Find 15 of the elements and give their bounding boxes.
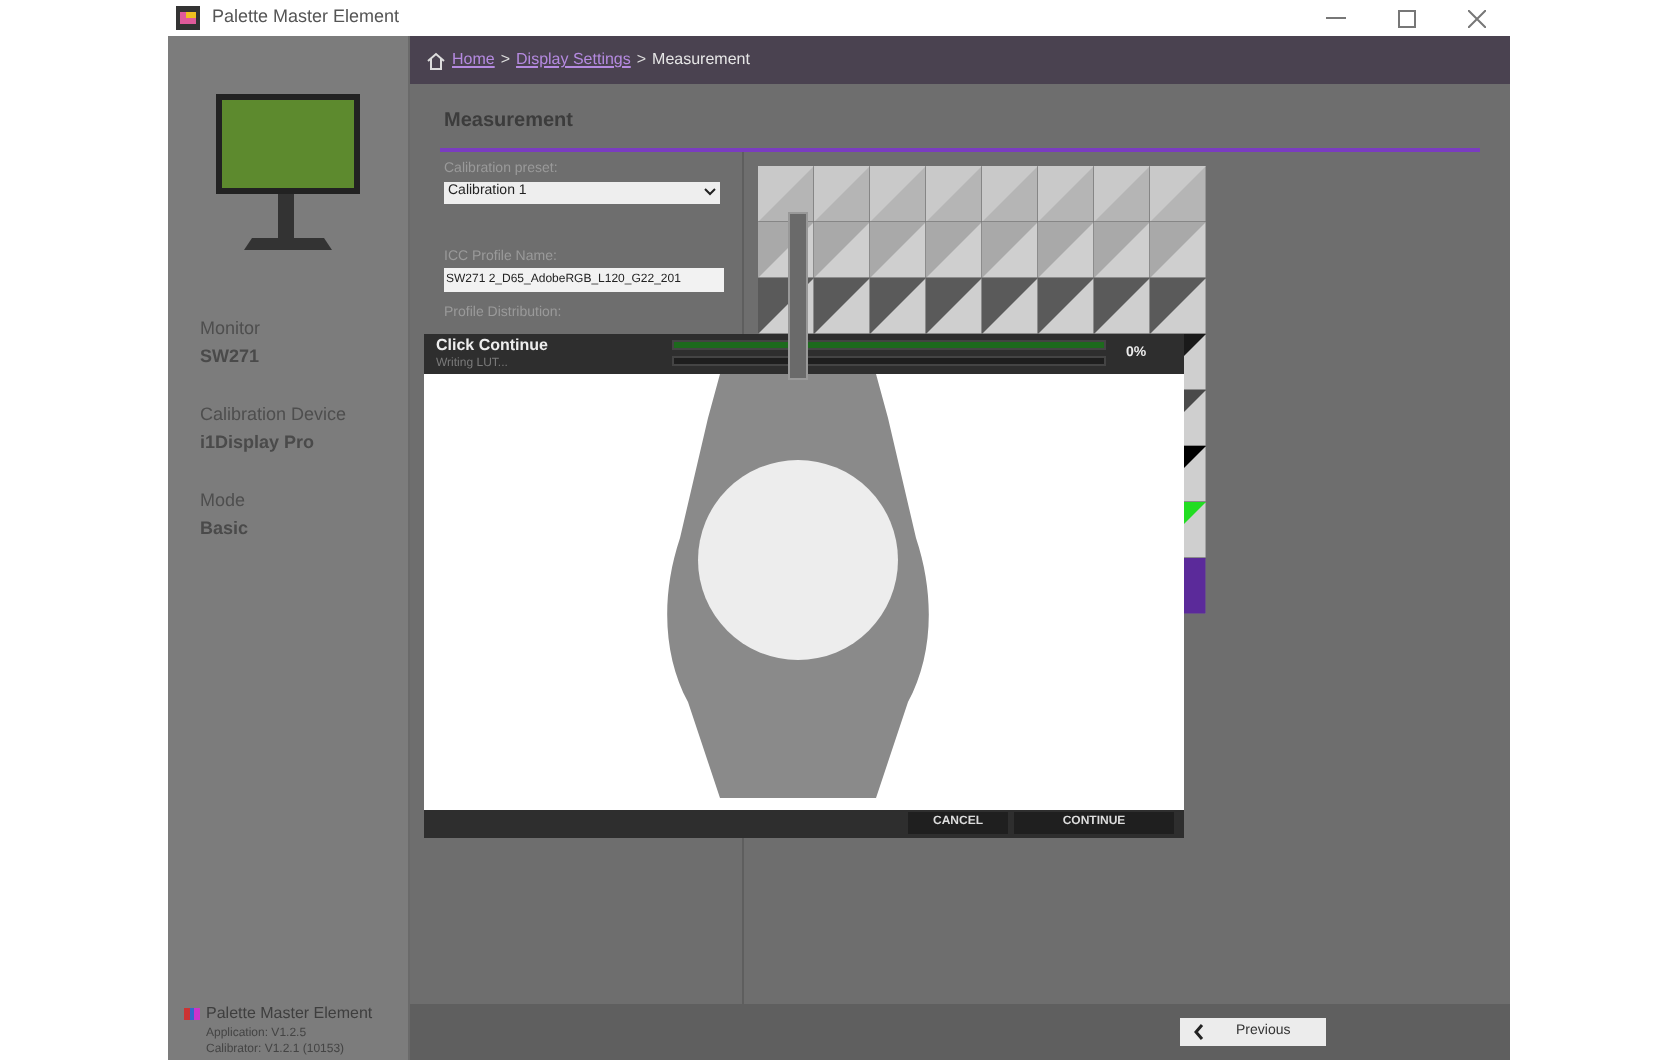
close-icon[interactable]	[1468, 9, 1486, 27]
app-logo-icon	[184, 1008, 200, 1020]
app-logo-icon	[176, 6, 200, 30]
maximize-icon[interactable]	[1398, 9, 1416, 27]
breadcrumb-separator: >	[636, 48, 647, 72]
chevron-left-icon	[1194, 1024, 1204, 1040]
breadcrumb-separator: >	[500, 48, 511, 72]
window-title: Palette Master Element	[212, 4, 400, 31]
home-icon[interactable]	[426, 51, 446, 69]
footer-app-name: Palette Master Element	[206, 1002, 373, 1026]
dialog-title: Click Continue	[436, 335, 551, 356]
caret-icon	[704, 188, 716, 196]
breadcrumb-link[interactable]: Home	[452, 48, 495, 72]
breadcrumb-current: Measurement	[652, 48, 750, 72]
breadcrumb-link[interactable]: Display Settings	[516, 48, 631, 72]
